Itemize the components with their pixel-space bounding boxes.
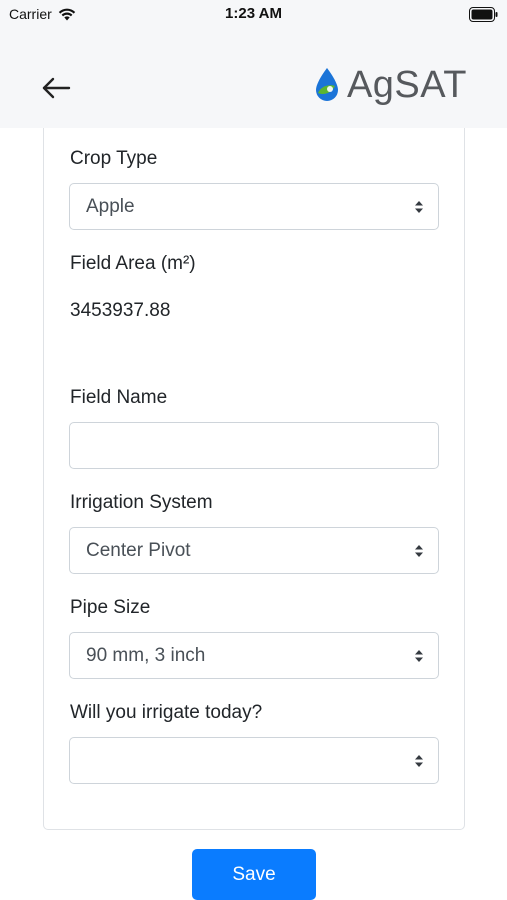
- crop-type-label: Crop Type: [70, 148, 158, 169]
- crop-type-select[interactable]: Apple: [69, 183, 439, 230]
- irrigation-system-select[interactable]: Center Pivot: [69, 527, 439, 574]
- battery-icon: [469, 7, 498, 22]
- agsat-logo-icon: [315, 68, 338, 101]
- status-time: 1:23 AM: [225, 5, 282, 22]
- save-button[interactable]: Save: [192, 849, 316, 900]
- pipe-size-value: 90 mm, 3 inch: [86, 645, 206, 666]
- select-caret-icon: [415, 755, 423, 767]
- pipe-size-select[interactable]: 90 mm, 3 inch: [69, 632, 439, 679]
- irrigate-today-select[interactable]: [69, 737, 439, 784]
- field-name-input[interactable]: [69, 422, 439, 469]
- select-caret-icon: [415, 201, 423, 213]
- back-arrow-icon[interactable]: [40, 74, 72, 102]
- field-area-value: 3453937.88: [70, 300, 171, 321]
- irrigation-system-label: Irrigation System: [70, 492, 213, 513]
- field-area-label: Field Area (m²): [70, 253, 196, 274]
- irrigate-today-label: Will you irrigate today?: [70, 702, 263, 723]
- app-logo: AgSAT: [314, 66, 467, 104]
- select-caret-icon: [415, 545, 423, 557]
- irrigation-system-value: Center Pivot: [86, 540, 191, 561]
- crop-type-value: Apple: [86, 196, 135, 217]
- nav-header: AgSAT: [0, 30, 507, 128]
- field-name-label: Field Name: [70, 387, 168, 408]
- field-form-card: [43, 128, 465, 830]
- app-logo-text: AgSAT: [346, 64, 467, 106]
- select-caret-icon: [415, 650, 423, 662]
- status-bar: Carrier 1:23 AM: [0, 0, 507, 30]
- pipe-size-label: Pipe Size: [70, 597, 151, 618]
